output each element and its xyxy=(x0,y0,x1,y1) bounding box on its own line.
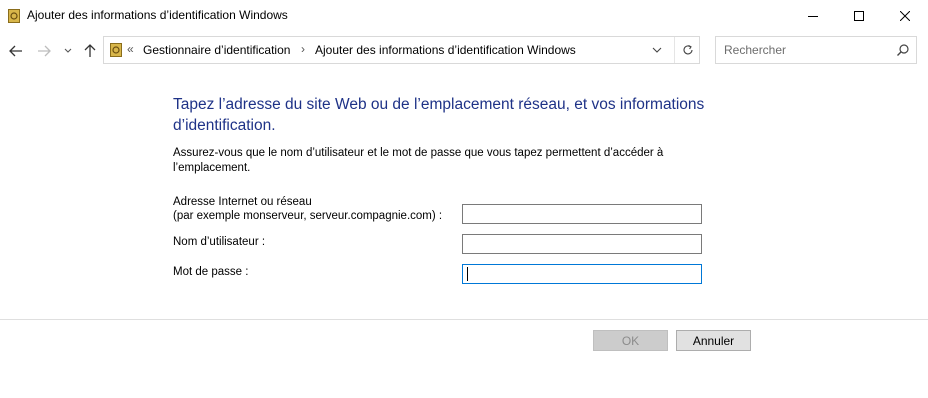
back-arrow-icon xyxy=(9,45,22,57)
footer-divider xyxy=(0,319,928,320)
search-box[interactable]: Rechercher xyxy=(715,36,917,64)
ok-button[interactable]: OK xyxy=(593,330,668,351)
title-bar: Ajouter des informations d’identificatio… xyxy=(0,0,928,32)
recent-locations-button[interactable] xyxy=(60,40,76,62)
close-button[interactable] xyxy=(882,0,928,32)
breadcrumb-overflow[interactable]: « xyxy=(127,42,134,56)
search-placeholder: Rechercher xyxy=(724,43,787,57)
breadcrumb-separator[interactable]: › xyxy=(301,42,305,56)
password-label: Mot de passe : xyxy=(173,266,249,278)
breadcrumb-credential-manager[interactable]: Gestionnaire d’identification xyxy=(143,43,290,57)
forward-button[interactable] xyxy=(34,40,54,62)
minimize-icon xyxy=(808,16,818,17)
forward-arrow-icon xyxy=(38,45,51,57)
chevron-down-icon xyxy=(64,48,72,53)
text-caret xyxy=(467,267,468,281)
minimize-button[interactable] xyxy=(790,0,836,32)
password-field[interactable] xyxy=(462,264,702,284)
up-button[interactable] xyxy=(80,40,100,62)
search-icon[interactable] xyxy=(896,43,910,57)
address-label-line1: Adresse Internet ou réseau xyxy=(173,196,312,208)
address-dropdown-button[interactable] xyxy=(644,37,670,63)
page-description: Assurez-vous que le nom d’utilisateur et… xyxy=(173,147,664,174)
username-label: Nom d’utilisateur : xyxy=(173,236,266,248)
window-title: Ajouter des informations d’identificatio… xyxy=(27,8,288,22)
up-arrow-icon xyxy=(84,44,96,57)
refresh-button[interactable] xyxy=(674,37,700,63)
credential-manager-icon xyxy=(8,9,20,23)
back-button[interactable] xyxy=(6,40,26,62)
refresh-icon xyxy=(683,45,693,55)
close-icon xyxy=(900,11,910,21)
maximize-icon xyxy=(854,11,864,21)
credential-manager-icon xyxy=(110,43,122,57)
maximize-button[interactable] xyxy=(836,0,882,32)
address-label-line2: (par exemple monserveur, serveur.compagn… xyxy=(173,210,443,222)
page-heading: Tapez l’adresse du site Web ou de l’empl… xyxy=(173,96,705,134)
breadcrumb-add-windows-credential[interactable]: Ajouter des informations d’identificatio… xyxy=(315,43,576,57)
cancel-button[interactable]: Annuler xyxy=(676,330,751,351)
chevron-down-icon xyxy=(652,47,662,53)
network-address-field[interactable] xyxy=(462,204,702,224)
address-bar[interactable]: « Gestionnaire d’identification › Ajoute… xyxy=(103,36,700,64)
address-label: Adresse Internet ou réseau (par exemple … xyxy=(173,195,442,223)
username-field[interactable] xyxy=(462,234,702,254)
